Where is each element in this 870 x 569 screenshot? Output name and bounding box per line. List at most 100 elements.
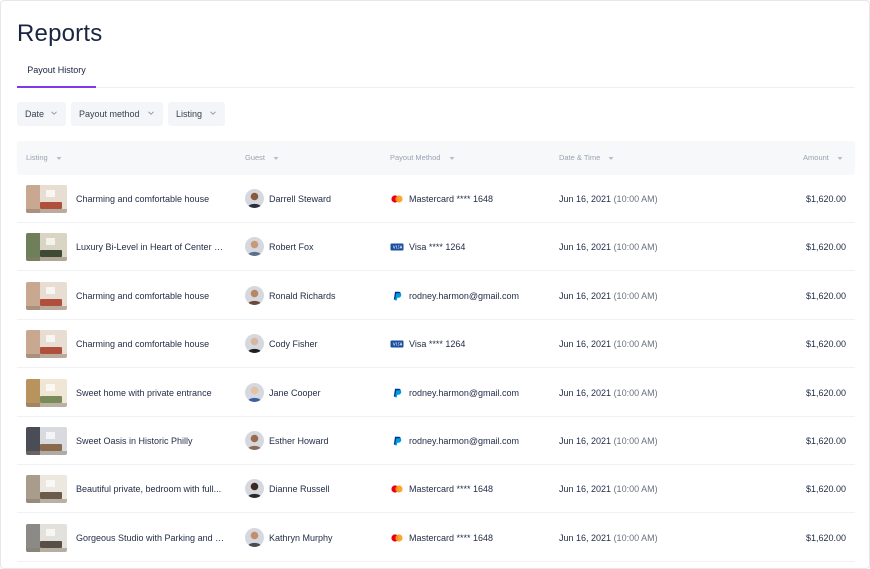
listing-name[interactable]: Gorgeous Studio with Parking and C...: [76, 514, 228, 562]
mastercard-icon: [391, 195, 403, 203]
time-text: (10:00 AM): [613, 242, 658, 253]
amount-value: $1,620.00: [805, 242, 846, 253]
date-time-cell: Jun 16, 2021 (10:00 AM): [559, 320, 658, 368]
guest-name: Esther Howard: [269, 436, 329, 446]
payout-method-text: rodney.harmon@gmail.com: [409, 290, 520, 301]
paypal-icon: [393, 388, 402, 397]
listing-name[interactable]: Beautiful private, bedroom with full...: [76, 465, 228, 513]
sort-down-icon: [449, 156, 455, 160]
visa-icon: [390, 243, 404, 251]
amount-value: $1,620.00: [805, 387, 846, 398]
payout-method-text: Mastercard **** 1648: [409, 194, 494, 204]
time-text: (10:00 AM): [613, 290, 658, 301]
listing-thumbnail: [26, 185, 67, 213]
date-time-cell: Jun 16, 2021 (10:00 AM): [559, 272, 658, 320]
payout-method-filter-label: Payout method: [79, 109, 140, 119]
table-row[interactable]: Sweet Oasis in Historic Philly Esther How…: [17, 417, 855, 465]
table-row[interactable]: Sweet home with private entrance Jane Coo…: [17, 369, 855, 417]
chevron-down-icon: [148, 111, 154, 115]
guest-name: Kathryn Murphy: [269, 532, 333, 543]
payout-method-text: Mastercard **** 1648: [409, 532, 494, 543]
listing-thumbnail: [26, 523, 67, 552]
page-title: Reports: [17, 20, 103, 47]
time-text: (10:00 AM): [613, 436, 658, 446]
date-text: Jun 16, 2021: [559, 484, 612, 495]
guest-name: Darrell Steward: [269, 194, 332, 204]
amount-value: $1,620.00: [805, 532, 846, 543]
mastercard-icon: [391, 534, 403, 542]
table-row[interactable]: Charming and comfortable house Cody Fishe…: [17, 320, 855, 369]
amount-value: $1,620.00: [805, 484, 846, 495]
column-header-date-time[interactable]: Date & Time: [559, 141, 614, 175]
table-row[interactable]: Gorgeous Studio with Parking and C... Kat…: [17, 514, 855, 562]
date-time-cell: Jun 16, 2021 (10:00 AM): [559, 223, 658, 271]
listing-name[interactable]: Sweet home with private entrance: [76, 369, 228, 417]
listing-thumbnail: [26, 330, 67, 359]
listing-filter-dropdown[interactable]: Listing: [168, 102, 225, 126]
listing-thumbnail: [26, 233, 67, 262]
payout-method-text: Visa **** 1264: [409, 242, 466, 253]
date-filter-dropdown[interactable]: Date: [17, 102, 66, 126]
guest-avatar: [245, 285, 264, 305]
date-text: Jun 16, 2021: [559, 290, 612, 301]
amount-value: $1,620.00: [805, 290, 846, 301]
guest-name: Jane Cooper: [269, 387, 321, 398]
date-text: Jun 16, 2021: [559, 242, 612, 253]
guest-avatar: [245, 189, 264, 208]
tab-bar: Payout History: [17, 59, 855, 88]
column-header-listing-label: Listing: [26, 153, 48, 162]
date-time-cell: Jun 16, 2021 (10:00 AM): [559, 514, 658, 562]
time-text: (10:00 AM): [613, 484, 658, 495]
listing-name[interactable]: Sweet Oasis in Historic Philly: [76, 417, 228, 465]
payout-method-text: rodney.harmon@gmail.com: [409, 436, 520, 446]
guest-name: Robert Fox: [269, 242, 314, 253]
table-row[interactable]: Beautiful private, bedroom with full... D…: [17, 465, 855, 514]
reports-panel: Reports Payout History Date Payout metho…: [0, 0, 870, 569]
table-header: Listing Guest Payout Method Date & Time …: [17, 141, 855, 175]
guest-avatar: [245, 431, 264, 450]
table-row[interactable]: Charming and comfortable house Ronald Ric…: [17, 272, 855, 320]
date-time-cell: Jun 16, 2021 (10:00 AM): [559, 175, 658, 223]
column-header-amount-label: Amount: [803, 153, 829, 162]
amount-value: $1,620.00: [805, 436, 846, 446]
guest-avatar: [245, 334, 264, 354]
payout-method-text: Mastercard **** 1648: [409, 484, 494, 495]
date-time-cell: Jun 16, 2021 (10:00 AM): [559, 465, 658, 513]
date-text: Jun 16, 2021: [559, 387, 612, 398]
paypal-icon: [393, 291, 402, 301]
date-time-cell: Jun 16, 2021 (10:00 AM): [559, 369, 658, 417]
listing-thumbnail: [26, 427, 67, 455]
amount-value: $1,620.00: [805, 339, 846, 350]
listing-name[interactable]: Charming and comfortable house: [76, 175, 228, 223]
tab-payout-history[interactable]: Payout History: [17, 59, 96, 88]
table-row[interactable]: Luxury Bi-Level in Heart of Center City R…: [17, 223, 855, 272]
column-header-listing[interactable]: Listing: [26, 141, 62, 175]
column-header-payout-method[interactable]: Payout Method: [390, 141, 455, 175]
payout-table: Listing Guest Payout Method Date & Time …: [17, 141, 855, 562]
column-header-guest[interactable]: Guest: [245, 141, 279, 175]
column-header-amount[interactable]: Amount: [803, 141, 843, 175]
listing-name[interactable]: Luxury Bi-Level in Heart of Center City: [76, 223, 228, 271]
guest-name: Cody Fisher: [269, 339, 318, 350]
listing-thumbnail: [26, 378, 67, 407]
sort-down-icon: [608, 156, 614, 160]
time-text: (10:00 AM): [613, 194, 658, 204]
sort-down-icon: [837, 156, 843, 160]
chevron-down-icon: [210, 111, 216, 115]
column-header-payout-method-label: Payout Method: [390, 153, 441, 162]
date-filter-label: Date: [25, 109, 45, 119]
guest-avatar: [245, 382, 264, 402]
guest-avatar: [245, 479, 264, 499]
visa-icon: [390, 340, 404, 348]
listing-name[interactable]: Charming and comfortable house: [76, 320, 228, 368]
listing-name[interactable]: Charming and comfortable house: [76, 272, 228, 320]
sort-down-icon: [273, 156, 279, 160]
guest-avatar: [245, 527, 264, 547]
table-row[interactable]: Charming and comfortable house Darrell St…: [17, 175, 855, 223]
guest-avatar: [245, 237, 264, 257]
listing-filter-label: Listing: [176, 109, 203, 119]
guest-name: Dianne Russell: [269, 484, 330, 495]
date-text: Jun 16, 2021: [559, 532, 612, 543]
payout-method-filter-dropdown[interactable]: Payout method: [71, 102, 163, 126]
payout-method-text: rodney.harmon@gmail.com: [409, 387, 520, 398]
